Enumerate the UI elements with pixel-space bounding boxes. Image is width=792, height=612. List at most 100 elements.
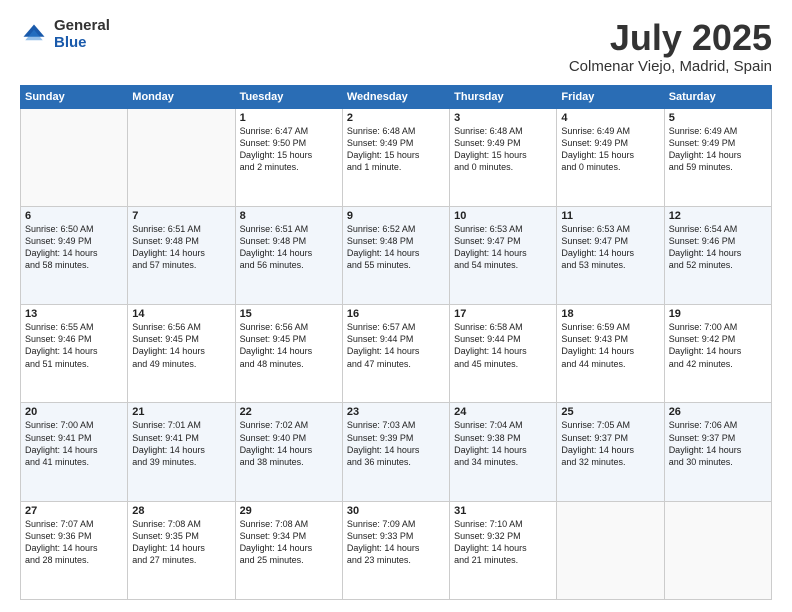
table-row: 21Sunrise: 7:01 AM Sunset: 9:41 PM Dayli…	[128, 403, 235, 501]
cell-info: Sunrise: 6:58 AM Sunset: 9:44 PM Dayligh…	[454, 321, 552, 370]
day-number: 18	[561, 308, 659, 320]
day-number: 9	[347, 210, 445, 222]
cell-info: Sunrise: 7:07 AM Sunset: 9:36 PM Dayligh…	[25, 518, 123, 567]
col-saturday: Saturday	[664, 85, 771, 108]
table-row: 10Sunrise: 6:53 AM Sunset: 9:47 PM Dayli…	[450, 206, 557, 304]
table-row	[557, 501, 664, 599]
calendar-week-row: 6Sunrise: 6:50 AM Sunset: 9:49 PM Daylig…	[21, 206, 772, 304]
day-number: 5	[669, 112, 767, 124]
table-row: 26Sunrise: 7:06 AM Sunset: 9:37 PM Dayli…	[664, 403, 771, 501]
col-wednesday: Wednesday	[342, 85, 449, 108]
table-row: 30Sunrise: 7:09 AM Sunset: 9:33 PM Dayli…	[342, 501, 449, 599]
calendar-week-row: 20Sunrise: 7:00 AM Sunset: 9:41 PM Dayli…	[21, 403, 772, 501]
table-row: 19Sunrise: 7:00 AM Sunset: 9:42 PM Dayli…	[664, 305, 771, 403]
day-number: 7	[132, 210, 230, 222]
logo-blue-text: Blue	[54, 35, 110, 52]
logo: General Blue	[20, 18, 110, 51]
table-row: 12Sunrise: 6:54 AM Sunset: 9:46 PM Dayli…	[664, 206, 771, 304]
day-number: 10	[454, 210, 552, 222]
calendar-table: Sunday Monday Tuesday Wednesday Thursday…	[20, 85, 772, 600]
day-number: 12	[669, 210, 767, 222]
day-number: 28	[132, 505, 230, 517]
cell-info: Sunrise: 6:53 AM Sunset: 9:47 PM Dayligh…	[561, 223, 659, 272]
day-number: 25	[561, 406, 659, 418]
day-number: 23	[347, 406, 445, 418]
table-row: 9Sunrise: 6:52 AM Sunset: 9:48 PM Daylig…	[342, 206, 449, 304]
calendar-week-row: 27Sunrise: 7:07 AM Sunset: 9:36 PM Dayli…	[21, 501, 772, 599]
cell-info: Sunrise: 6:59 AM Sunset: 9:43 PM Dayligh…	[561, 321, 659, 370]
table-row: 14Sunrise: 6:56 AM Sunset: 9:45 PM Dayli…	[128, 305, 235, 403]
cell-info: Sunrise: 7:08 AM Sunset: 9:34 PM Dayligh…	[240, 518, 338, 567]
logo-general: General	[54, 18, 110, 35]
table-row: 20Sunrise: 7:00 AM Sunset: 9:41 PM Dayli…	[21, 403, 128, 501]
cell-info: Sunrise: 6:50 AM Sunset: 9:49 PM Dayligh…	[25, 223, 123, 272]
cell-info: Sunrise: 6:48 AM Sunset: 9:49 PM Dayligh…	[347, 125, 445, 174]
location-title: Colmenar Viejo, Madrid, Spain	[569, 58, 772, 75]
table-row: 2Sunrise: 6:48 AM Sunset: 9:49 PM Daylig…	[342, 108, 449, 206]
table-row: 18Sunrise: 6:59 AM Sunset: 9:43 PM Dayli…	[557, 305, 664, 403]
col-thursday: Thursday	[450, 85, 557, 108]
cell-info: Sunrise: 6:49 AM Sunset: 9:49 PM Dayligh…	[561, 125, 659, 174]
day-number: 24	[454, 406, 552, 418]
day-number: 16	[347, 308, 445, 320]
cell-info: Sunrise: 6:48 AM Sunset: 9:49 PM Dayligh…	[454, 125, 552, 174]
cell-info: Sunrise: 7:10 AM Sunset: 9:32 PM Dayligh…	[454, 518, 552, 567]
cell-info: Sunrise: 6:54 AM Sunset: 9:46 PM Dayligh…	[669, 223, 767, 272]
cell-info: Sunrise: 7:03 AM Sunset: 9:39 PM Dayligh…	[347, 419, 445, 468]
cell-info: Sunrise: 6:53 AM Sunset: 9:47 PM Dayligh…	[454, 223, 552, 272]
cell-info: Sunrise: 6:49 AM Sunset: 9:49 PM Dayligh…	[669, 125, 767, 174]
cell-info: Sunrise: 6:56 AM Sunset: 9:45 PM Dayligh…	[132, 321, 230, 370]
table-row: 3Sunrise: 6:48 AM Sunset: 9:49 PM Daylig…	[450, 108, 557, 206]
day-number: 26	[669, 406, 767, 418]
table-row	[128, 108, 235, 206]
table-row: 17Sunrise: 6:58 AM Sunset: 9:44 PM Dayli…	[450, 305, 557, 403]
table-row	[21, 108, 128, 206]
cell-info: Sunrise: 6:51 AM Sunset: 9:48 PM Dayligh…	[132, 223, 230, 272]
col-monday: Monday	[128, 85, 235, 108]
month-title: July 2025	[569, 18, 772, 58]
cell-info: Sunrise: 7:06 AM Sunset: 9:37 PM Dayligh…	[669, 419, 767, 468]
cell-info: Sunrise: 7:00 AM Sunset: 9:41 PM Dayligh…	[25, 419, 123, 468]
day-number: 29	[240, 505, 338, 517]
col-tuesday: Tuesday	[235, 85, 342, 108]
day-number: 2	[347, 112, 445, 124]
table-row: 8Sunrise: 6:51 AM Sunset: 9:48 PM Daylig…	[235, 206, 342, 304]
day-number: 6	[25, 210, 123, 222]
title-block: July 2025 Colmenar Viejo, Madrid, Spain	[569, 18, 772, 75]
table-row: 22Sunrise: 7:02 AM Sunset: 9:40 PM Dayli…	[235, 403, 342, 501]
day-number: 14	[132, 308, 230, 320]
table-row: 27Sunrise: 7:07 AM Sunset: 9:36 PM Dayli…	[21, 501, 128, 599]
table-row: 5Sunrise: 6:49 AM Sunset: 9:49 PM Daylig…	[664, 108, 771, 206]
table-row: 11Sunrise: 6:53 AM Sunset: 9:47 PM Dayli…	[557, 206, 664, 304]
table-row	[664, 501, 771, 599]
page: General Blue July 2025 Colmenar Viejo, M…	[0, 0, 792, 612]
table-row: 4Sunrise: 6:49 AM Sunset: 9:49 PM Daylig…	[557, 108, 664, 206]
col-sunday: Sunday	[21, 85, 128, 108]
table-row: 6Sunrise: 6:50 AM Sunset: 9:49 PM Daylig…	[21, 206, 128, 304]
day-number: 31	[454, 505, 552, 517]
cell-info: Sunrise: 7:04 AM Sunset: 9:38 PM Dayligh…	[454, 419, 552, 468]
calendar-header-row: Sunday Monday Tuesday Wednesday Thursday…	[21, 85, 772, 108]
table-row: 23Sunrise: 7:03 AM Sunset: 9:39 PM Dayli…	[342, 403, 449, 501]
table-row: 15Sunrise: 6:56 AM Sunset: 9:45 PM Dayli…	[235, 305, 342, 403]
cell-info: Sunrise: 7:01 AM Sunset: 9:41 PM Dayligh…	[132, 419, 230, 468]
calendar-week-row: 1Sunrise: 6:47 AM Sunset: 9:50 PM Daylig…	[21, 108, 772, 206]
table-row: 24Sunrise: 7:04 AM Sunset: 9:38 PM Dayli…	[450, 403, 557, 501]
cell-info: Sunrise: 7:02 AM Sunset: 9:40 PM Dayligh…	[240, 419, 338, 468]
day-number: 20	[25, 406, 123, 418]
day-number: 8	[240, 210, 338, 222]
day-number: 13	[25, 308, 123, 320]
day-number: 15	[240, 308, 338, 320]
cell-info: Sunrise: 6:57 AM Sunset: 9:44 PM Dayligh…	[347, 321, 445, 370]
header: General Blue July 2025 Colmenar Viejo, M…	[20, 18, 772, 75]
logo-text: General Blue	[54, 18, 110, 51]
col-friday: Friday	[557, 85, 664, 108]
table-row: 25Sunrise: 7:05 AM Sunset: 9:37 PM Dayli…	[557, 403, 664, 501]
table-row: 29Sunrise: 7:08 AM Sunset: 9:34 PM Dayli…	[235, 501, 342, 599]
calendar-week-row: 13Sunrise: 6:55 AM Sunset: 9:46 PM Dayli…	[21, 305, 772, 403]
day-number: 1	[240, 112, 338, 124]
cell-info: Sunrise: 6:55 AM Sunset: 9:46 PM Dayligh…	[25, 321, 123, 370]
day-number: 30	[347, 505, 445, 517]
table-row: 7Sunrise: 6:51 AM Sunset: 9:48 PM Daylig…	[128, 206, 235, 304]
cell-info: Sunrise: 6:51 AM Sunset: 9:48 PM Dayligh…	[240, 223, 338, 272]
